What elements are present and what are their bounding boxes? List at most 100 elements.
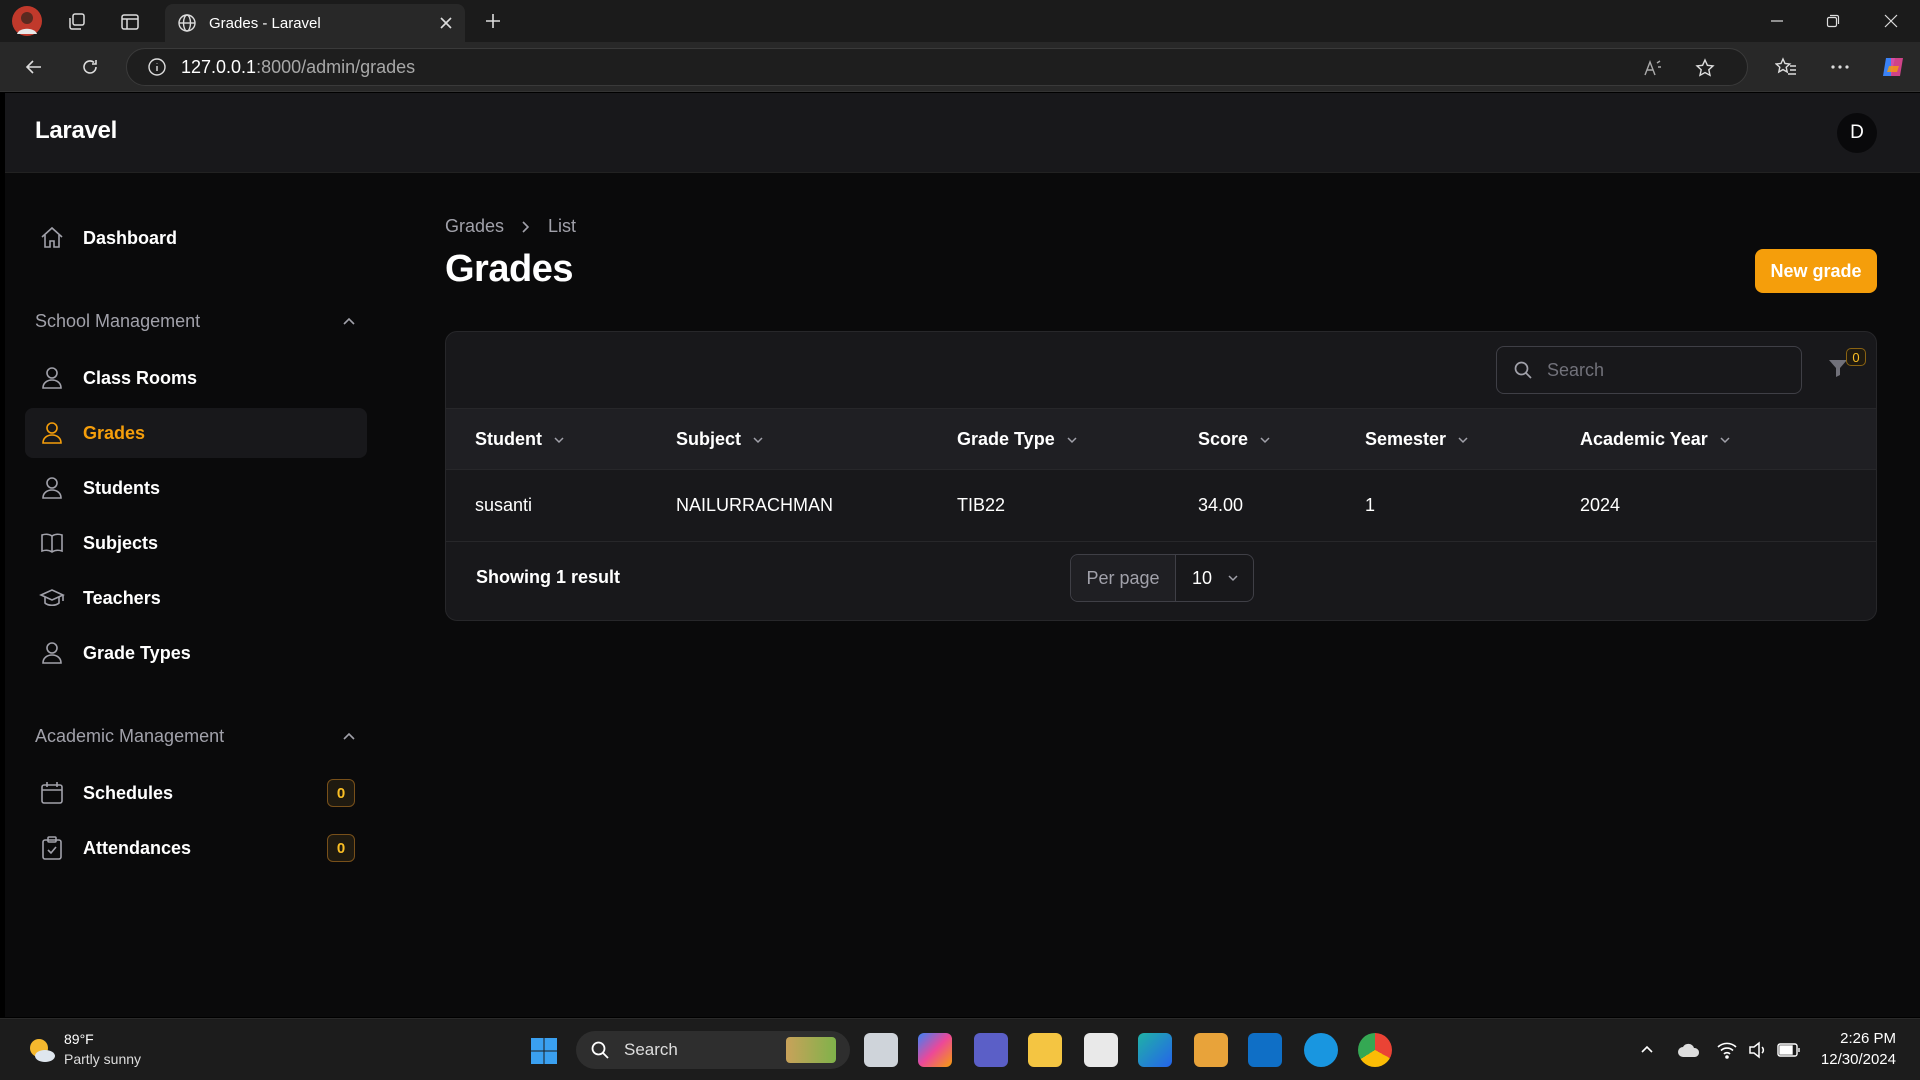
close-window-icon[interactable] — [1878, 10, 1904, 32]
browser-tab[interactable]: Grades - Laravel — [165, 4, 465, 42]
column-label: Student — [475, 429, 542, 449]
store-icon[interactable] — [1084, 1033, 1118, 1067]
url-host: 127.0.0.1 — [181, 56, 257, 77]
cell-academic-year[interactable]: 2024 — [1580, 495, 1620, 516]
page-title: Grades — [445, 248, 573, 290]
teams-icon[interactable] — [974, 1033, 1008, 1067]
user-icon — [42, 367, 62, 389]
sidebar-item-class-rooms[interactable]: Class Rooms — [25, 353, 367, 403]
column-header-score[interactable]: Score — [1198, 429, 1272, 450]
column-header-academic-year[interactable]: Academic Year — [1580, 429, 1732, 450]
per-page-value: 10 — [1192, 567, 1213, 588]
sidebar-item-grades[interactable]: Grades — [25, 408, 367, 458]
breadcrumb-grades[interactable]: Grades — [445, 216, 504, 237]
taskbar-search[interactable]: Search — [576, 1031, 850, 1069]
cell-grade-type[interactable]: TIB22 — [957, 495, 1005, 516]
edge-icon[interactable] — [1138, 1033, 1172, 1067]
chevron-down-icon — [1458, 436, 1468, 443]
sidebar-item-label: Grade Types — [83, 642, 191, 663]
column-label: Grade Type — [957, 429, 1055, 449]
breadcrumb: Grades List — [445, 216, 576, 237]
sidebar-item-label: Subjects — [83, 532, 159, 553]
chevron-down-icon — [554, 436, 564, 443]
onedrive-cloud-icon[interactable] — [1676, 1039, 1702, 1061]
sidebar-item-grade-types[interactable]: Grade Types — [25, 628, 367, 678]
app-icon[interactable] — [1304, 1033, 1338, 1067]
sidebar-item-subjects[interactable]: Subjects — [25, 518, 367, 568]
chevron-up-icon[interactable] — [1636, 1039, 1658, 1061]
favorite-star-icon[interactable] — [1693, 57, 1717, 79]
file-explorer-icon[interactable] — [1028, 1033, 1062, 1067]
search-highlight-icon — [786, 1037, 836, 1063]
count-badge: 0 — [327, 779, 355, 807]
medal-app-icon[interactable] — [1194, 1033, 1228, 1067]
url-path: :8000/admin/grades — [256, 56, 416, 77]
sidebar-item-attendances[interactable]: Attendances 0 — [25, 823, 367, 873]
battery-icon[interactable] — [1776, 1039, 1802, 1061]
group-academic-management[interactable]: Academic Management — [35, 726, 357, 747]
sidebar-item-label: Students — [83, 477, 161, 498]
chrome-icon[interactable] — [1358, 1033, 1392, 1067]
table-row[interactable]: susanti NAILURRACHMAN TIB22 34.00 1 2024 — [446, 470, 1876, 542]
group-school-management[interactable]: School Management — [35, 311, 357, 332]
browser-toolbar: 127.0.0.1:8000/admin/grades — [0, 42, 1920, 92]
globe-icon — [178, 14, 196, 32]
favorites-icon[interactable] — [1772, 54, 1800, 80]
search-input[interactable]: Search — [1496, 346, 1802, 394]
workspaces-icon[interactable] — [64, 9, 90, 35]
chevron-down-icon — [1260, 436, 1270, 443]
breadcrumb-list: List — [548, 216, 577, 236]
new-tab-icon[interactable] — [480, 8, 506, 34]
tab-actions-icon[interactable] — [117, 9, 143, 35]
address-bar[interactable]: 127.0.0.1:8000/admin/grades — [126, 48, 1748, 86]
wifi-icon[interactable] — [1714, 1039, 1740, 1061]
reload-icon[interactable] — [76, 54, 104, 80]
search-placeholder: Search — [1547, 359, 1605, 380]
sidebar-item-students[interactable]: Students — [25, 463, 367, 513]
table-header: Student Subject Grade Type Score Semeste… — [446, 408, 1876, 470]
sidebar-item-dashboard[interactable]: Dashboard — [25, 213, 367, 263]
chevron-up-icon — [343, 317, 355, 325]
sidebar-item-label: Class Rooms — [83, 367, 198, 388]
profile-avatar[interactable] — [12, 6, 42, 36]
home-icon — [41, 226, 63, 248]
copilot-app-icon[interactable] — [918, 1033, 952, 1067]
book-open-icon — [41, 533, 63, 553]
count-badge: 0 — [327, 834, 355, 862]
taskbar-search-label: Search — [624, 1040, 678, 1059]
minimize-icon[interactable] — [1764, 10, 1790, 32]
vscode-icon[interactable] — [1248, 1033, 1282, 1067]
site-info-icon[interactable] — [147, 57, 167, 77]
sidebar-item-teachers[interactable]: Teachers — [25, 573, 367, 623]
more-menu-icon[interactable] — [1826, 54, 1854, 80]
sidebar-item-schedules[interactable]: Schedules 0 — [25, 768, 367, 818]
copilot-icon[interactable] — [1878, 52, 1908, 82]
clock-date[interactable]: 12/30/2024 — [1800, 1051, 1896, 1068]
cell-subject[interactable]: NAILURRACHMAN — [676, 495, 833, 516]
column-header-subject[interactable]: Subject — [676, 429, 765, 450]
per-page-select[interactable]: Per page 10 — [1070, 554, 1254, 602]
cell-score[interactable]: 34.00 — [1198, 495, 1243, 516]
cell-student[interactable]: susanti — [475, 495, 532, 516]
column-header-grade-type[interactable]: Grade Type — [957, 429, 1079, 450]
read-aloud-icon[interactable] — [1641, 57, 1665, 79]
tab-title: Grades - Laravel — [209, 14, 321, 32]
restore-icon[interactable] — [1820, 10, 1846, 32]
new-grade-button[interactable]: New grade — [1755, 249, 1877, 293]
cell-semester[interactable]: 1 — [1365, 495, 1375, 516]
user-avatar[interactable]: D — [1837, 113, 1877, 153]
column-header-student[interactable]: Student — [475, 429, 566, 450]
clipboard-check-icon — [42, 836, 62, 860]
task-view-icon[interactable] — [864, 1033, 898, 1067]
clock-time[interactable]: 2:26 PM — [1810, 1030, 1896, 1047]
windows-start-icon[interactable] — [528, 1035, 560, 1067]
app-topbar: Laravel D — [5, 93, 1920, 173]
weather-sun-icon[interactable] — [24, 1033, 58, 1067]
volume-icon[interactable] — [1746, 1039, 1770, 1061]
search-icon — [591, 1041, 609, 1059]
back-icon[interactable] — [20, 54, 48, 80]
close-tab-icon[interactable] — [439, 16, 453, 30]
column-header-semester[interactable]: Semester — [1365, 429, 1470, 450]
brand-logo[interactable]: Laravel — [35, 117, 117, 145]
column-label: Academic Year — [1580, 429, 1708, 449]
